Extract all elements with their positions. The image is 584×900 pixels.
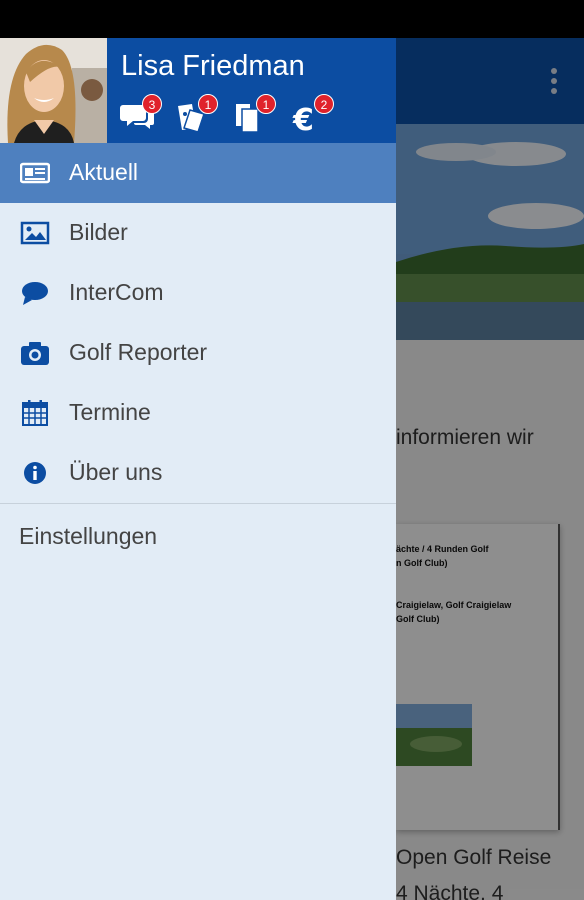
- chat-bubbles-icon[interactable]: 3: [120, 94, 162, 134]
- svg-text:€: €: [292, 103, 314, 132]
- menu-item-intercom[interactable]: InterCom: [0, 263, 396, 323]
- euro-icon[interactable]: € 2: [292, 94, 334, 134]
- picture-icon: [20, 219, 50, 247]
- tickets-icon[interactable]: 1: [176, 94, 218, 134]
- menu-item-label: Golf Reporter: [69, 339, 208, 365]
- notification-badge: 2: [314, 94, 334, 114]
- chat-bubble-icon: [20, 279, 50, 307]
- menu-item-golf-reporter[interactable]: Golf Reporter: [0, 323, 396, 383]
- menu-item-termine[interactable]: Termine: [0, 383, 396, 443]
- navigation-drawer: Lisa Friedman 3 1 1 € 2 Aktuell Bilder I…: [0, 38, 396, 900]
- user-name[interactable]: Lisa Friedman: [121, 50, 305, 83]
- info-icon: [20, 459, 50, 487]
- menu-item-aktuell[interactable]: Aktuell: [0, 143, 396, 203]
- documents-icon[interactable]: 1: [234, 94, 276, 134]
- menu-item-label: Termine: [69, 399, 151, 425]
- menu-item-label: Aktuell: [69, 159, 139, 185]
- calendar-icon: [20, 399, 50, 427]
- menu-item-label: Über uns: [69, 459, 163, 485]
- settings-item[interactable]: Einstellungen: [19, 523, 157, 550]
- notification-badge: 1: [198, 94, 218, 114]
- camera-icon: [20, 339, 50, 367]
- menu-item-bilder[interactable]: Bilder: [0, 203, 396, 263]
- drawer-header: Lisa Friedman 3 1 1 € 2: [0, 38, 396, 143]
- status-bar: [0, 0, 584, 38]
- notification-badge: 1: [256, 94, 276, 114]
- notification-badge: 3: [142, 94, 162, 114]
- menu-item-label: InterCom: [69, 279, 164, 305]
- divider: [0, 503, 396, 504]
- avatar[interactable]: [0, 38, 107, 143]
- menu-item-label: Bilder: [69, 219, 128, 245]
- newspaper-icon: [19, 159, 51, 187]
- menu-item-ueber-uns[interactable]: Über uns: [0, 443, 396, 503]
